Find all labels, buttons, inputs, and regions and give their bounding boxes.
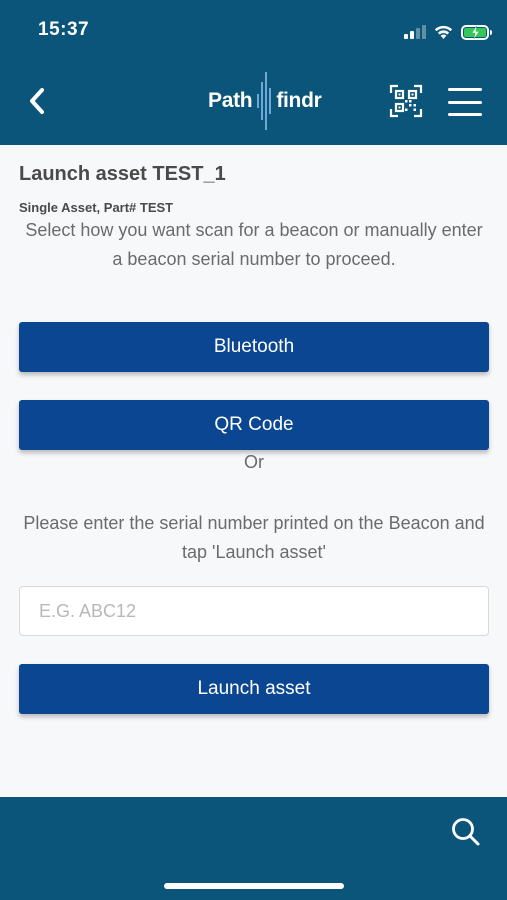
scan-qr-button[interactable]: [389, 84, 423, 118]
status-icons: [404, 21, 492, 43]
hamburger-menu-icon: [448, 88, 482, 91]
app-footer: [0, 797, 507, 900]
wifi-icon: [434, 25, 453, 39]
serial-instructions: Please enter the serial number printed o…: [23, 513, 485, 562]
main-content: Launch asset TEST_1 Single Asset, Part# …: [0, 145, 507, 797]
signal-icon: [404, 25, 426, 39]
search-icon: [452, 818, 480, 846]
launch-asset-button[interactable]: Launch asset: [19, 664, 489, 714]
battery-charging-icon: [461, 24, 492, 40]
serial-number-input[interactable]: [19, 586, 489, 636]
logo-text-right: findr: [276, 89, 322, 112]
bluetooth-button[interactable]: Bluetooth: [19, 322, 489, 372]
hamburger-menu-button[interactable]: [448, 88, 482, 116]
back-button[interactable]: [22, 84, 52, 118]
qr-code-button[interactable]: QR Code: [19, 400, 489, 450]
page-subtitle: Single Asset, Part# TEST: [19, 200, 174, 215]
or-divider-text: Or: [244, 452, 264, 472]
home-indicator[interactable]: [164, 883, 344, 889]
scan-instructions: Select how you want scan for a beacon or…: [25, 220, 483, 269]
qr-code-icon: [389, 84, 423, 118]
back-chevron-icon: [30, 88, 44, 114]
app-header: 15:37 Path findr: [0, 0, 507, 145]
logo-text-left: Path: [208, 89, 253, 112]
pathfindr-logo: Path findr: [208, 72, 322, 130]
page-title: Launch asset TEST_1: [19, 163, 226, 185]
logo-mark-icon: [257, 72, 272, 130]
search-button[interactable]: [450, 816, 482, 848]
status-time: 15:37: [38, 19, 90, 40]
